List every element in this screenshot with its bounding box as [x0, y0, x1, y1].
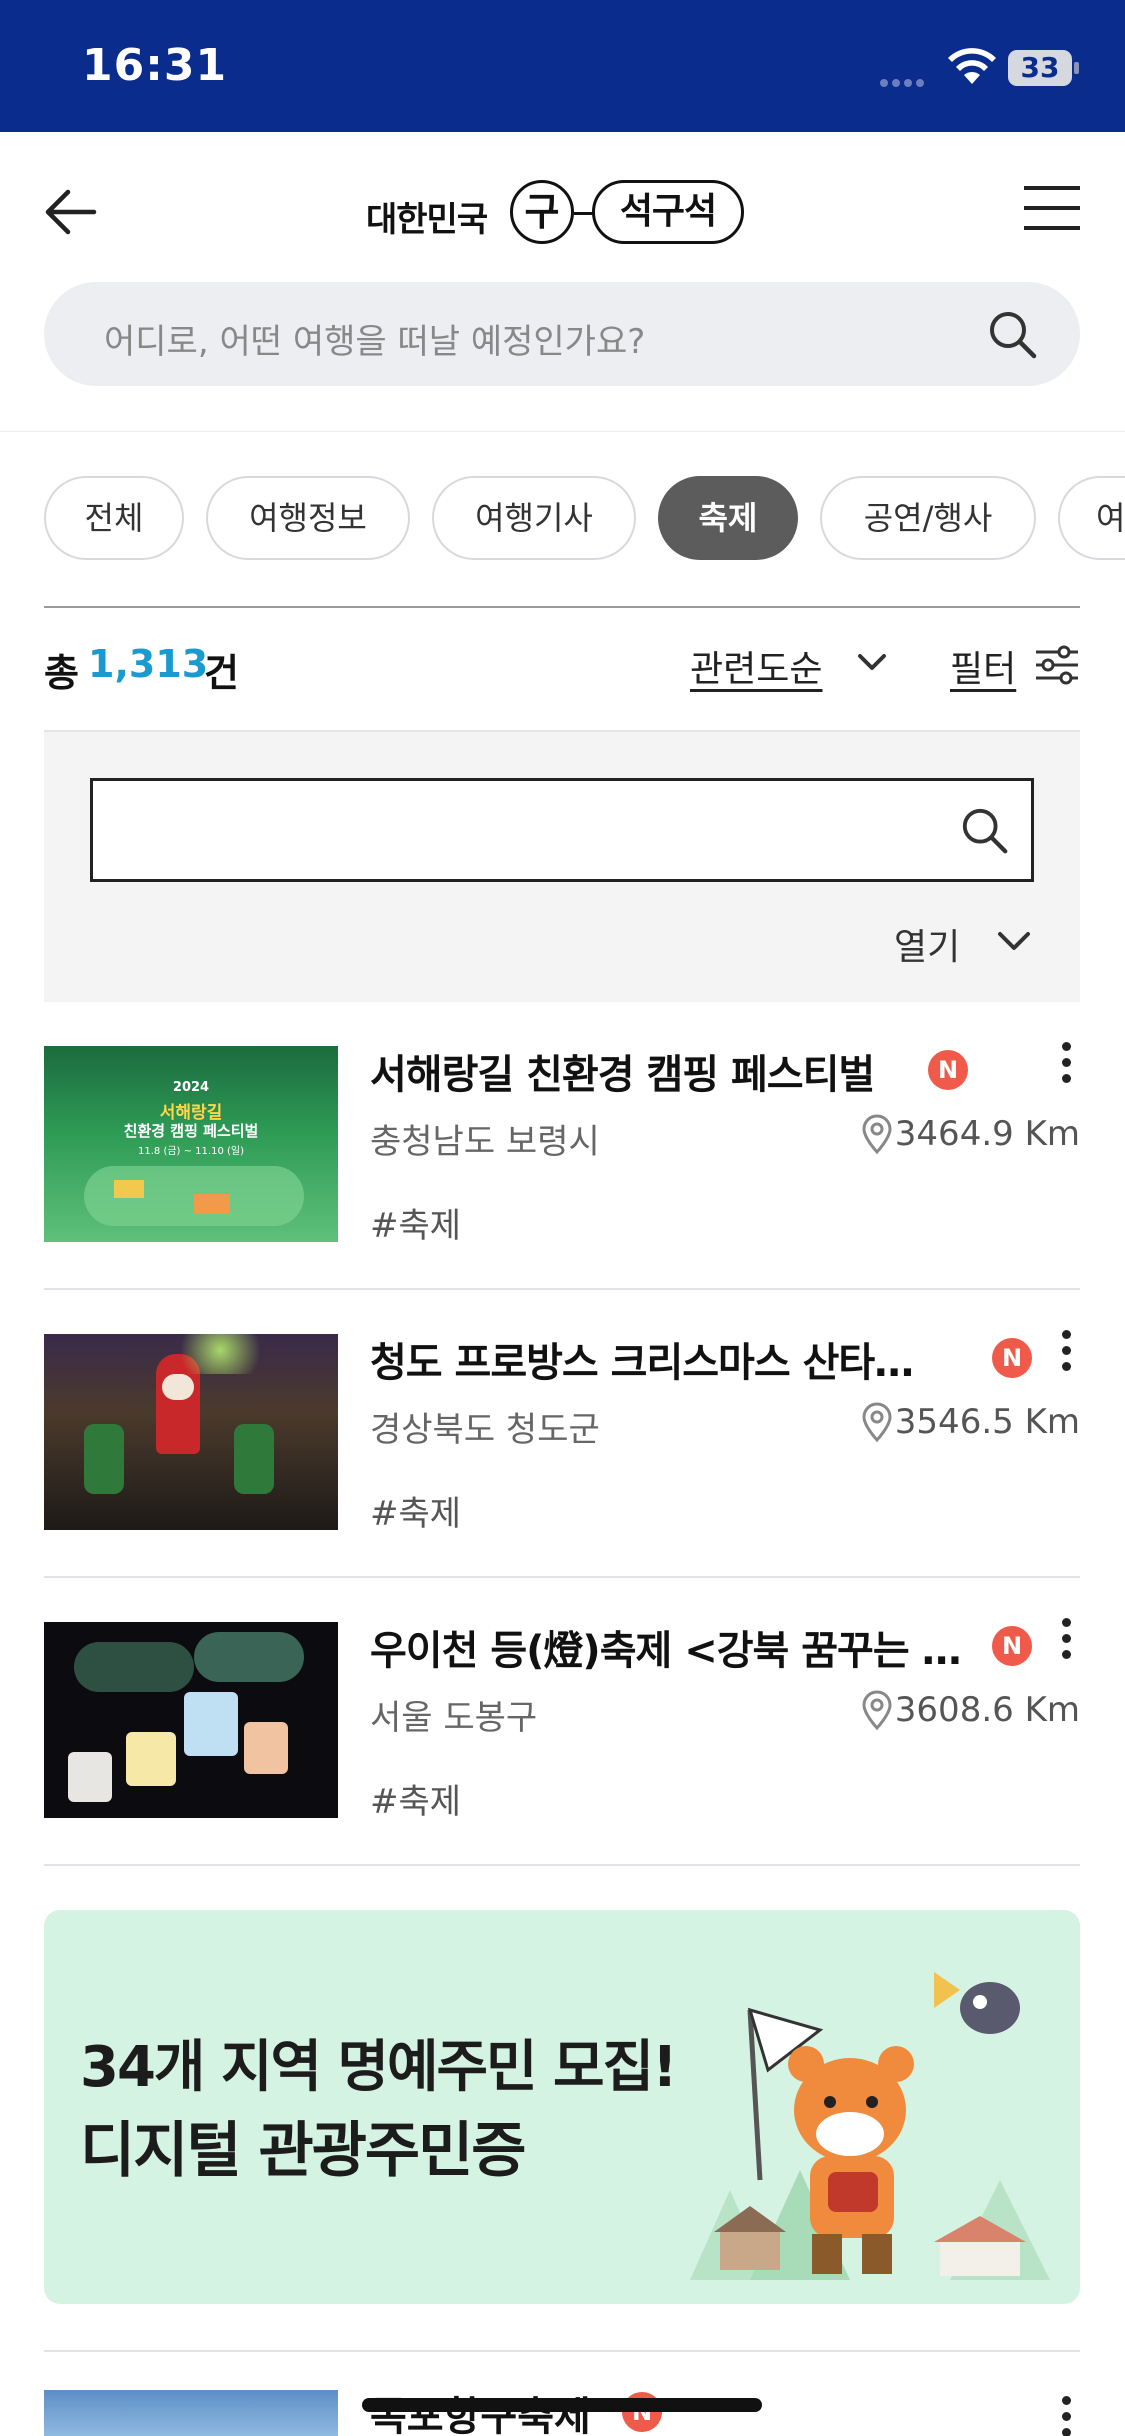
- filter-panel: 열기: [44, 730, 1080, 1002]
- chevron-down-icon[interactable]: [854, 650, 890, 674]
- search-icon[interactable]: [959, 805, 1011, 857]
- status-time: 16:31: [82, 40, 228, 91]
- tab-travel-articles[interactable]: 여행기사: [432, 476, 636, 560]
- item-region: 충청남도 보령시: [370, 1122, 600, 1162]
- divider: [44, 2350, 1080, 2352]
- new-badge: N: [992, 1626, 1032, 1666]
- chevron-down-icon: [998, 932, 1030, 950]
- search-input[interactable]: 어디로, 어떤 여행을 떠날 예정인가요?: [44, 282, 1080, 386]
- tab-more[interactable]: 여: [1058, 476, 1125, 560]
- festival-image[interactable]: [44, 2390, 338, 2436]
- more-options-icon[interactable]: [1054, 1618, 1078, 1670]
- status-bar: 16:31 33: [0, 0, 1125, 132]
- item-region: 경상북도 청도군: [370, 1410, 600, 1450]
- poster-year: 2024: [172, 1080, 210, 1095]
- search-icon[interactable]: [986, 308, 1040, 362]
- battery-icon: 33: [1008, 50, 1080, 86]
- item-tag[interactable]: #축제: [370, 1486, 461, 1535]
- tab-all[interactable]: 전체: [44, 476, 184, 560]
- item-tag[interactable]: #축제: [370, 1774, 461, 1823]
- search-placeholder: 어디로, 어떤 여행을 떠날 예정인가요?: [104, 322, 646, 362]
- poster-dates: 11.8 (금) ~ 11.10 (일): [138, 1146, 244, 1157]
- expand-toggle[interactable]: 열기: [894, 912, 1044, 968]
- new-badge: N: [992, 1338, 1032, 1378]
- banner-subheadline: 디지털 관광주민증: [80, 2116, 526, 2186]
- poster-subtitle: 친환경 캠핑 페스티벌: [123, 1122, 259, 1140]
- more-options-icon[interactable]: [1054, 1042, 1078, 1094]
- location-pin-icon: [862, 1114, 892, 1154]
- home-indicator[interactable]: [362, 2398, 762, 2412]
- expand-label: 열기: [894, 927, 961, 968]
- count-suffix: 건: [204, 651, 239, 695]
- new-badge: N: [928, 1050, 968, 1090]
- item-title[interactable]: 목포항구축제: [370, 2390, 591, 2436]
- divider: [44, 606, 1080, 608]
- item-distance: 3546.5 Km: [894, 1402, 1080, 1442]
- hamburger-menu-icon[interactable]: [1020, 178, 1084, 242]
- app-header: 대한민국 구 석구석 어디로, 어떤 여행을 떠날 예정인가요?: [0, 132, 1125, 432]
- tab-travel-info[interactable]: 여행정보: [206, 476, 410, 560]
- keyword-search-input[interactable]: [90, 778, 1034, 882]
- category-tabs: 전체 여행정보 여행기사 축제 공연/행사 여: [44, 476, 1125, 562]
- item-title[interactable]: 서해랑길 친환경 캠핑 페스티벌: [370, 1042, 930, 1100]
- logo-pill: 석구석: [592, 180, 744, 244]
- site-logo[interactable]: 대한민국 구 석구석: [366, 172, 766, 252]
- filter-button[interactable]: 필터: [950, 640, 1016, 692]
- promo-banner[interactable]: 34개 지역 명예주민 모집! 디지털 관광주민증: [44, 1910, 1080, 2304]
- list-item[interactable]: 목포항구축제 N: [44, 2390, 1080, 2436]
- item-title[interactable]: 우이천 등(燈)축제 <강북 꿈꾸는 …: [370, 1618, 970, 1676]
- item-region: 서울 도봉구: [370, 1698, 538, 1738]
- battery-level: 33: [1008, 50, 1072, 86]
- item-distance: 3608.6 Km: [894, 1690, 1080, 1730]
- more-options-icon[interactable]: [1054, 1330, 1078, 1382]
- result-count: 1,313: [88, 642, 209, 686]
- item-tag[interactable]: #축제: [370, 1198, 461, 1247]
- location-pin-icon: [862, 1690, 892, 1730]
- count-prefix: 총: [44, 651, 79, 695]
- tab-festival[interactable]: 축제: [658, 476, 798, 560]
- list-item[interactable]: 우이천 등(燈)축제 <강북 꿈꾸는 … N 서울 도봉구 3608.6 Km …: [44, 1578, 1080, 1866]
- logo-prefix: 대한민국: [366, 200, 488, 240]
- cellular-signal-icon: [880, 72, 932, 87]
- lantern-image[interactable]: [44, 1622, 338, 1818]
- tiger-mascot-illustration: [690, 1972, 1050, 2280]
- item-distance: 3464.9 Km: [894, 1114, 1080, 1154]
- list-item[interactable]: 2024 서해랑길 친환경 캠핑 페스티벌 11.8 (금) ~ 11.10 (…: [44, 1002, 1080, 1290]
- result-summary: 총 1,313 건 관련도순 필터: [44, 636, 1080, 696]
- list-item[interactable]: 청도 프로방스 크리스마스 산타… N 경상북도 청도군 3546.5 Km #…: [44, 1290, 1080, 1578]
- wifi-icon: [948, 48, 996, 84]
- tab-performance-event[interactable]: 공연/행사: [820, 476, 1036, 560]
- santa-statue-image[interactable]: [44, 1334, 338, 1530]
- filter-sliders-icon[interactable]: [1034, 644, 1080, 686]
- logo-circle: 구: [510, 180, 574, 244]
- more-options-icon[interactable]: [1054, 2396, 1078, 2436]
- festival-poster-image[interactable]: 2024 서해랑길 친환경 캠핑 페스티벌 11.8 (금) ~ 11.10 (…: [44, 1046, 338, 1242]
- back-arrow-icon[interactable]: [38, 180, 102, 244]
- item-title[interactable]: 청도 프로방스 크리스마스 산타…: [370, 1330, 970, 1388]
- sort-dropdown[interactable]: 관련도순: [690, 640, 822, 694]
- banner-headline: 34개 지역 명예주민 모집!: [80, 2035, 678, 2100]
- location-pin-icon: [862, 1402, 892, 1442]
